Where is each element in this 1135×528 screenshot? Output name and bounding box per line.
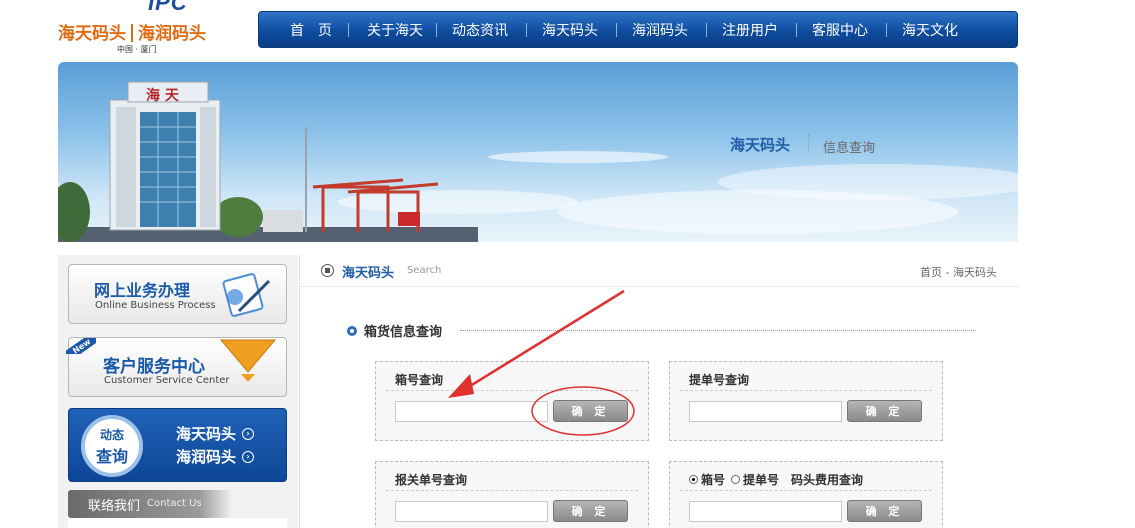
nav-divider: [706, 22, 707, 37]
dynamic-query-line1: 动态: [99, 427, 124, 442]
nav-item-culture[interactable]: 海天文化: [902, 20, 958, 40]
nav-item-about[interactable]: 关于海天: [367, 20, 436, 40]
customer-service-subtitle: Customer Service Center: [104, 375, 230, 386]
radio-bill-of-lading[interactable]: [731, 475, 741, 484]
document-pen-icon: [222, 273, 271, 317]
section-title: 箱货信息查询: [364, 325, 443, 340]
logo-title: 海天码头 海润码头: [58, 19, 206, 44]
query-label: 提单号查询: [689, 373, 750, 387]
query-divider: [386, 490, 638, 491]
nav-item-register[interactable]: 注册用户: [722, 20, 796, 40]
logo-name-hairun: 海润码头: [138, 24, 206, 44]
nav-divider: [436, 22, 437, 37]
nav-item-label: 海天码头: [542, 22, 598, 39]
quick-link-label: 海润码头: [176, 448, 237, 466]
terminal-fee-query: 箱号 提单号 码头费用查询 确 定: [669, 461, 943, 528]
section-divider: [460, 330, 976, 331]
nav-item-label: 海天文化: [902, 22, 958, 39]
dynamic-query-badge: 动态 查询: [81, 415, 143, 477]
nav-item-label: 首 页: [290, 22, 332, 39]
banner-building-sign: 海 天: [146, 88, 179, 104]
logo-divider: [131, 24, 133, 42]
section-bullet-icon: [321, 264, 334, 277]
nav-divider: [796, 22, 797, 37]
terminal-fee-submit-button[interactable]: 确 定: [847, 500, 922, 522]
radio-container-number[interactable]: [689, 475, 698, 484]
ipc-logo-mark: IPC: [148, 0, 188, 15]
banner-divider: [808, 134, 809, 154]
sidebar: 网上业务办理 Online Business Process New 客户服务中…: [58, 255, 298, 528]
bullet-ring-icon: [347, 325, 357, 336]
nav-divider: [348, 22, 349, 37]
dynamic-query-panel: 动态 查询 海天码头 › 海润码头 ›: [68, 408, 287, 482]
quick-link-label: 海天码头: [176, 425, 237, 443]
query-divider: [680, 390, 932, 391]
contact-us-header[interactable]: 联络我们 Contact Us: [68, 490, 287, 518]
banner-title: 海天码头: [730, 136, 791, 154]
content-header: 海天码头 Search 首页 - 海天码头: [300, 255, 1019, 287]
container-number-query: 箱号查询 确 定: [375, 361, 649, 441]
radio-bill-of-lading-label: 提单号: [743, 473, 780, 487]
customs-declaration-input[interactable]: [395, 501, 548, 522]
online-business-title: 网上业务办理: [94, 281, 191, 300]
query-label: 报关单号查询: [395, 473, 468, 487]
nav-item-label: 注册用户: [722, 22, 778, 39]
section-heading: 箱货信息查询: [347, 321, 442, 340]
quick-link-hairun[interactable]: 海润码头 ›: [176, 446, 255, 467]
customer-service-title: 客户服务中心: [103, 357, 205, 377]
radio-container-number-label: 箱号: [701, 473, 726, 487]
new-badge: New: [66, 338, 96, 354]
arrow-right-icon: ›: [242, 427, 255, 440]
container-number-input[interactable]: [395, 401, 548, 422]
hero-banner: 海 天 海天码头 信息查询: [58, 62, 1018, 242]
online-business-subtitle: Online Business Process: [95, 300, 216, 311]
breadcrumb[interactable]: 首页 - 海天码头: [920, 264, 997, 280]
customs-declaration-submit-button[interactable]: 确 定: [553, 500, 628, 522]
main-content: 海天码头 Search 首页 - 海天码头 箱货信息查询 箱号查询 确 定 提单…: [299, 255, 1019, 528]
online-business-button[interactable]: 网上业务办理 Online Business Process: [68, 264, 287, 324]
nav-item-label: 关于海天: [367, 22, 423, 39]
content-title: 海天码头: [342, 266, 395, 281]
query-divider: [386, 390, 638, 391]
query-label: 箱号查询: [395, 373, 444, 387]
nav-divider: [886, 22, 887, 37]
fee-query-options: 箱号 提单号 码头费用查询: [689, 471, 863, 488]
bill-of-lading-query: 提单号查询 确 定: [669, 361, 943, 441]
nav-item-hairun-terminal[interactable]: 海润码头: [632, 20, 706, 40]
logo-location: 中国 · 厦门: [117, 45, 157, 54]
query-divider: [680, 490, 932, 491]
nav-item-label: 客服中心: [812, 22, 868, 39]
logo-name-haitian: 海天码头: [58, 24, 126, 44]
arrow-right-icon: ›: [242, 450, 255, 463]
contact-subtitle: Contact Us: [147, 498, 202, 509]
bill-of-lading-input[interactable]: [689, 401, 842, 422]
dynamic-query-line2: 查询: [95, 446, 128, 466]
bill-of-lading-submit-button[interactable]: 确 定: [847, 400, 922, 422]
nav-item-news[interactable]: 动态资讯: [452, 20, 526, 40]
contact-content: [68, 518, 287, 528]
nav-divider: [616, 22, 617, 37]
nav-item-service-center[interactable]: 客服中心: [812, 20, 886, 40]
content-title-en: Search: [407, 265, 442, 276]
nav-item-label: 动态资讯: [452, 22, 508, 39]
customs-declaration-query: 报关单号查询 确 定: [375, 461, 649, 528]
banner-subtitle: 信息查询: [823, 141, 876, 156]
nav-divider: [526, 22, 527, 37]
container-number-submit-button[interactable]: 确 定: [553, 400, 628, 422]
funnel-icon: [219, 339, 277, 382]
contact-title: 联络我们: [88, 499, 141, 514]
query-label: 码头费用查询: [791, 473, 864, 487]
nav-item-home[interactable]: 首 页: [290, 20, 348, 40]
site-logo[interactable]: IPC 海天码头 海润码头 中国 · 厦门: [58, 0, 228, 56]
quick-link-haitian[interactable]: 海天码头 ›: [176, 423, 255, 444]
nav-item-label: 海润码头: [632, 22, 688, 39]
nav-item-haitian-terminal[interactable]: 海天码头: [542, 20, 616, 40]
new-badge-label: New: [66, 338, 96, 354]
terminal-fee-input[interactable]: [689, 501, 842, 522]
main-nav: 首 页 关于海天 动态资讯 海天码头 海润码头 注册用户 客服中心 海天文化: [258, 11, 1018, 48]
customer-service-button[interactable]: New 客户服务中心 Customer Service Center: [66, 337, 287, 397]
